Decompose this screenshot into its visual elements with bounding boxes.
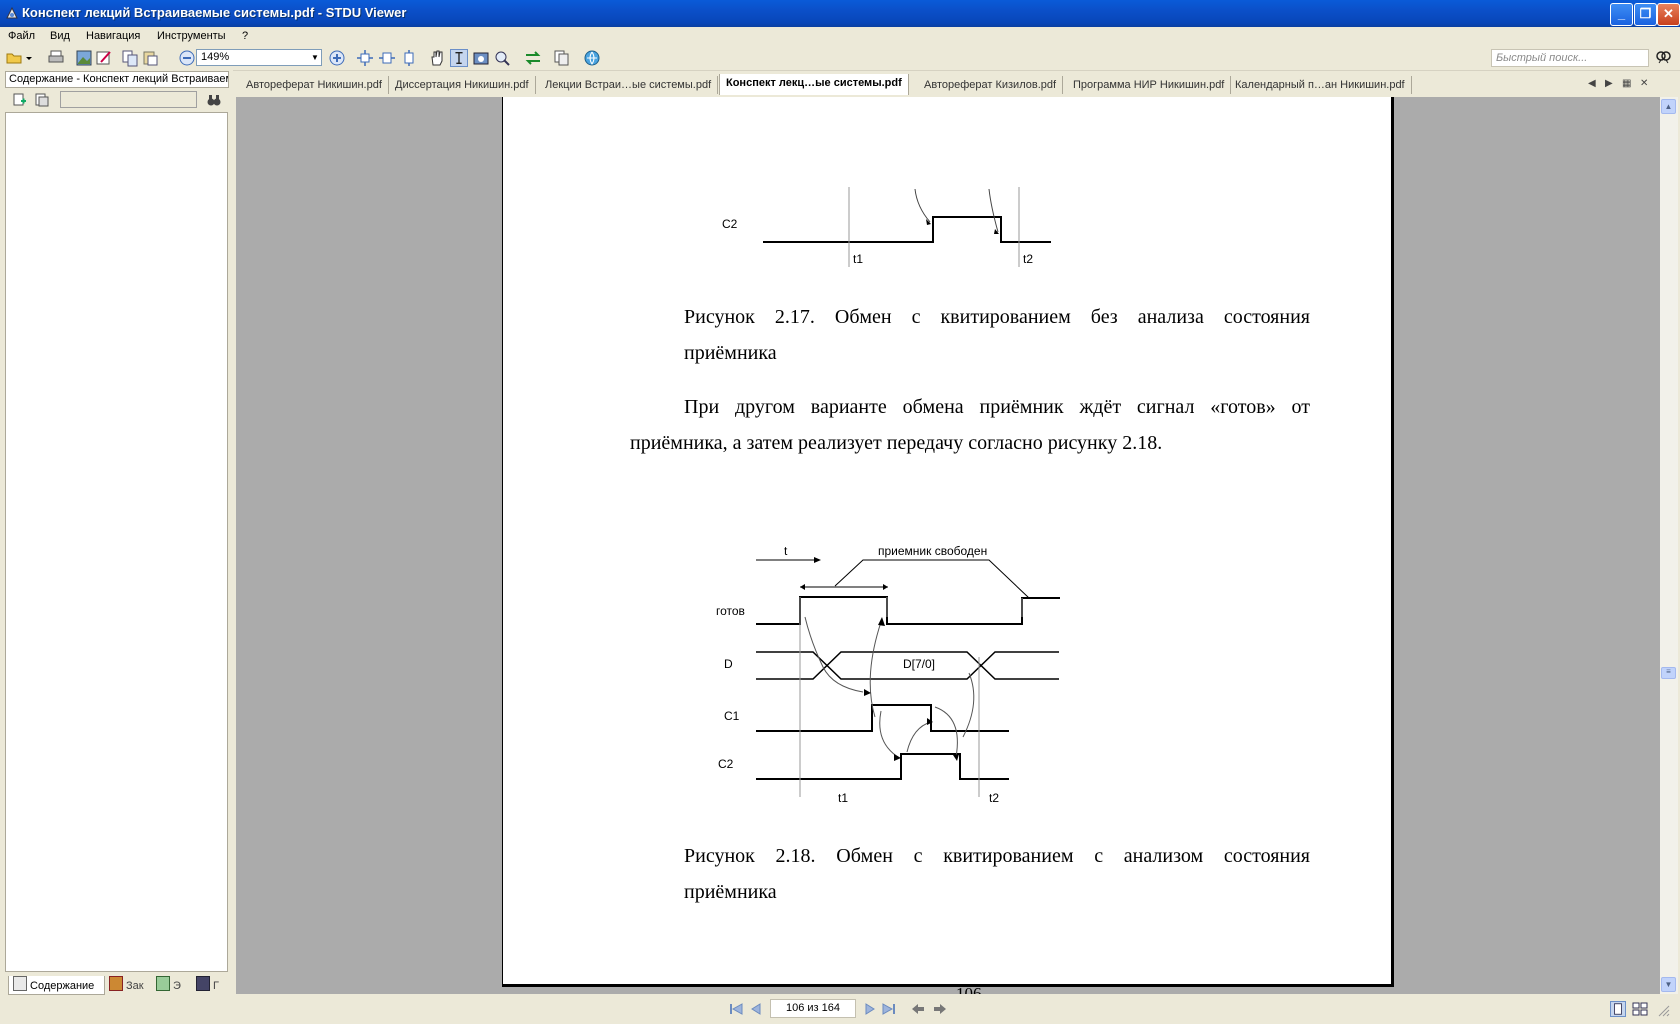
tab-scroll-right-icon[interactable]: ▶: [1605, 78, 1613, 89]
binoculars-icon[interactable]: [206, 92, 222, 108]
status-bar: 106 из 164: [0, 996, 1680, 1024]
app-icon: [6, 6, 18, 19]
snapshot-icon[interactable]: [472, 49, 490, 67]
tab-close-icon[interactable]: ✕: [1640, 78, 1648, 89]
window-title: Конспект лекций Встраиваемые системы.pdf…: [22, 5, 407, 20]
scroll-down-icon[interactable]: ▼: [1661, 977, 1676, 992]
page-number: 106: [956, 984, 982, 994]
fig18-ready-label: готов: [716, 604, 745, 618]
fig18-t1-label: t1: [838, 791, 849, 805]
sidebar-tab-label: Э: [173, 980, 181, 992]
forward-icon[interactable]: [932, 1001, 948, 1017]
menu-tools[interactable]: Инструменты: [157, 30, 226, 42]
zoom-select[interactable]: 149% ▼: [196, 49, 322, 66]
menu-view[interactable]: Вид: [50, 30, 70, 42]
figure-2-18-caption-line2: приёмника: [684, 881, 777, 903]
resize-grip-icon[interactable]: [1654, 1001, 1670, 1017]
tab-lectures-embedded[interactable]: Лекции Встраи…ые системы.pdf: [539, 76, 719, 94]
thumbnail-icon: [156, 976, 170, 991]
quick-search-input[interactable]: Быстрый поиск...: [1491, 49, 1649, 67]
vertical-scrollbar[interactable]: ▲ ≡ ▼: [1660, 97, 1678, 994]
single-page-view-icon[interactable]: [1610, 1001, 1626, 1017]
fit-width-icon[interactable]: [378, 49, 396, 67]
contents-tree[interactable]: [5, 112, 228, 972]
copy-icon[interactable]: [121, 49, 139, 67]
sidebar-search-input[interactable]: [60, 91, 197, 108]
sidebar-tab-search[interactable]: Г: [192, 976, 228, 994]
figure-2-18-caption-line1: Рисунок 2.18. Обмен с квитированием с ан…: [684, 845, 1310, 867]
fit-page-icon[interactable]: [356, 49, 374, 67]
print-icon[interactable]: [47, 49, 65, 67]
menu-file[interactable]: Файл: [8, 30, 35, 42]
tab-autoreferat-nikishin[interactable]: Автореферат Никишин.pdf: [240, 76, 389, 94]
maximize-button[interactable]: ❐: [1634, 3, 1657, 26]
menu-help[interactable]: ?: [242, 30, 248, 42]
back-icon[interactable]: [910, 1001, 926, 1017]
fig18-receiver-free-label: приемник свободен: [878, 544, 988, 558]
menu-bar: Файл Вид Навигация Инструменты ?: [0, 27, 1680, 46]
pdf-page: C2 t1 t2 Рисунок 2.17. Обмен с квитирова…: [502, 97, 1394, 994]
chevron-down-icon[interactable]: ▼: [309, 50, 321, 65]
page-indicator[interactable]: 106 из 164: [770, 999, 856, 1018]
zoom-value: 149%: [201, 51, 230, 63]
toolbar: 149% ▼ Быстрый поиск...: [0, 46, 1680, 71]
last-page-icon[interactable]: [881, 1001, 897, 1017]
zoom-in-icon[interactable]: [328, 49, 346, 67]
zoom-tool-icon[interactable]: [493, 49, 511, 67]
sidebar-tab-thumbnails[interactable]: Э: [152, 976, 190, 994]
tab-dissertation-nikishin[interactable]: Диссертация Никишин.pdf: [389, 76, 536, 94]
menu-navigation[interactable]: Навигация: [86, 30, 140, 42]
tab-autoreferat-kizilov[interactable]: Автореферат Кизилов.pdf: [918, 76, 1064, 94]
sidebar: Содержание - Конспект лекций Встраиваемы…: [0, 70, 233, 998]
tab-konspekt-lectures[interactable]: Конспект лекц…ые системы.pdf: [719, 74, 909, 95]
sidebar-tab-contents[interactable]: Содержание: [8, 976, 105, 995]
tab-program-nir[interactable]: Программа НИР Никишин.pdf: [1067, 76, 1232, 94]
quick-search-placeholder: Быстрый поиск...: [1496, 52, 1588, 64]
sidebar-tab-bookmarks[interactable]: Зак: [105, 976, 150, 994]
expand-icon[interactable]: [12, 92, 28, 108]
zoom-out-icon[interactable]: [178, 49, 196, 67]
sidebar-tab-label: Г: [213, 980, 219, 992]
tab-list-icon[interactable]: ▦: [1622, 78, 1631, 89]
hand-tool-icon[interactable]: [428, 49, 446, 67]
sidebar-tab-label: Содержание: [30, 980, 95, 992]
document-tabs: Автореферат Никишин.pdf Диссертация Ники…: [236, 72, 1680, 96]
title-bar: Конспект лекций Встраиваемые системы.pdf…: [0, 0, 1680, 27]
next-page-icon[interactable]: [862, 1001, 878, 1017]
tab-calendar-plan[interactable]: Календарный п…ан Никишин.pdf: [1229, 76, 1412, 94]
binoculars-icon: [196, 976, 210, 991]
previous-page-icon[interactable]: [748, 1001, 764, 1017]
fit-height-icon[interactable]: [400, 49, 418, 67]
bookmark-icon: [109, 976, 123, 991]
swap-arrows-icon[interactable]: [524, 49, 542, 67]
scroll-up-icon[interactable]: ▲: [1661, 99, 1676, 114]
document-viewport[interactable]: C2 t1 t2 Рисунок 2.17. Обмен с квитирова…: [236, 97, 1660, 994]
contents-icon: [13, 976, 27, 991]
sidebar-tabs: Содержание Зак Э Г: [5, 974, 229, 996]
search-icon[interactable]: [1654, 49, 1672, 67]
web-update-icon[interactable]: [583, 49, 601, 67]
fig18-c2-label: C2: [718, 757, 734, 771]
collapse-icon[interactable]: [34, 92, 50, 108]
edit-icon[interactable]: [95, 49, 113, 67]
sidebar-title: Содержание - Конспект лекций Встраиваемы…: [5, 71, 229, 88]
chevron-down-icon[interactable]: [24, 49, 34, 67]
fig18-t2-label: t2: [989, 791, 1000, 805]
pages-icon[interactable]: [553, 49, 571, 67]
first-page-icon[interactable]: [728, 1001, 744, 1017]
close-button[interactable]: ✕: [1657, 3, 1680, 26]
open-folder-icon[interactable]: [6, 49, 24, 67]
two-page-view-icon[interactable]: [1632, 1001, 1648, 1017]
scroll-thumb[interactable]: ≡: [1661, 667, 1676, 679]
fig18-t-label: t: [784, 544, 788, 558]
minimize-button[interactable]: _: [1610, 3, 1633, 26]
paste-icon[interactable]: [141, 49, 159, 67]
fig18-d-label: D: [724, 657, 733, 671]
fig18-bus-label: D[7/0]: [903, 657, 936, 671]
sidebar-tab-label: Зак: [126, 980, 144, 992]
fig18-c1-label: C1: [724, 709, 740, 723]
export-image-icon[interactable]: [75, 49, 93, 67]
text-select-icon[interactable]: [450, 49, 468, 67]
tab-scroll-left-icon[interactable]: ◀: [1588, 78, 1596, 89]
